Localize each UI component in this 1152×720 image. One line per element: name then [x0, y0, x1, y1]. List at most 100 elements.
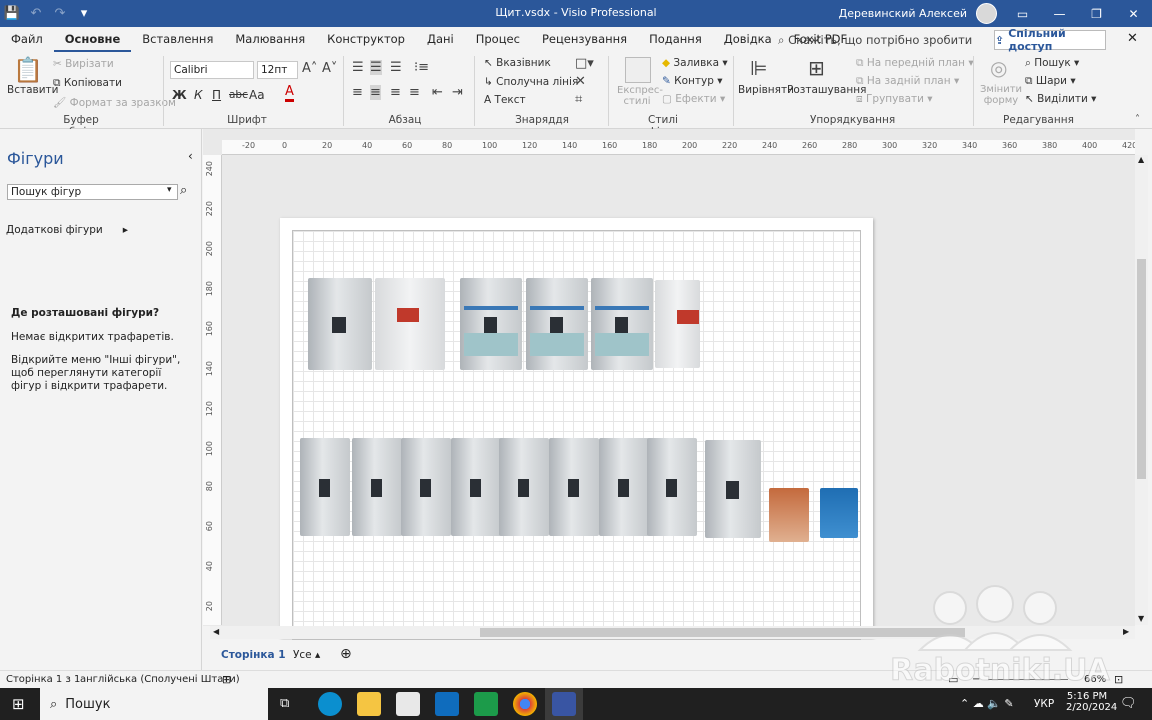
tab-page-1[interactable]: Сторінка 1: [221, 649, 286, 661]
zoom-level[interactable]: 66%: [1084, 674, 1106, 685]
align-shapes-icon[interactable]: ⊫: [750, 56, 767, 80]
format-painter-button[interactable]: 🖌 Формат за зразком: [53, 96, 176, 109]
connector-tool-button[interactable]: ↳ Сполучна лінія: [484, 76, 578, 88]
send-back-button[interactable]: ⧉ На задній план ▾: [856, 75, 959, 88]
ribbon-display-icon[interactable]: ▭: [1004, 0, 1041, 27]
quick-styles-button[interactable]: Експрес-стилі: [617, 85, 663, 107]
save-icon[interactable]: 💾: [0, 0, 24, 27]
horizontal-scrollbar[interactable]: ◀ ▶: [210, 626, 1135, 639]
increase-indent-icon[interactable]: ⇥: [452, 85, 463, 100]
store-icon[interactable]: [396, 692, 420, 716]
line-button[interactable]: ✎ Контур ▾: [662, 75, 723, 87]
drawing-page[interactable]: [280, 218, 873, 640]
search-options-icon[interactable]: ▾: [167, 185, 172, 195]
vertical-scroll-thumb[interactable]: [1137, 259, 1146, 479]
breaker-shape[interactable]: [591, 278, 653, 370]
change-shape-icon[interactable]: ◎: [990, 56, 1007, 80]
breaker-shape[interactable]: [308, 278, 372, 370]
macro-icon[interactable]: ⊞: [222, 673, 231, 686]
strikethrough-button[interactable]: abc: [229, 89, 248, 101]
breaker-shape[interactable]: [599, 438, 649, 536]
redo-icon[interactable]: ↷: [48, 0, 72, 27]
tell-me-search[interactable]: ⌕ Скажіть, що потрібно зробити: [778, 33, 972, 48]
position-button[interactable]: Розташування: [787, 84, 866, 96]
tab-design[interactable]: Конструктор: [316, 27, 416, 52]
breaker-shape[interactable]: [300, 438, 350, 536]
crop-icon[interactable]: ⌗: [575, 92, 582, 107]
scroll-down-icon[interactable]: ▼: [1138, 614, 1144, 623]
paste-button[interactable]: Вставити: [7, 84, 58, 96]
tab-data[interactable]: Дані: [416, 27, 465, 52]
layers-button[interactable]: ⧉ Шари ▾: [1025, 75, 1076, 88]
change-shape-button[interactable]: Змінити форму: [979, 84, 1023, 106]
search-icon[interactable]: ⌕: [180, 183, 187, 198]
close-icon[interactable]: ✕: [1115, 0, 1152, 27]
align-right-icon[interactable]: ≡: [390, 85, 401, 100]
connection-point-icon[interactable]: ✕: [575, 74, 586, 89]
decrease-indent-icon[interactable]: ⇤: [432, 85, 443, 100]
file-explorer-icon[interactable]: [357, 692, 381, 716]
group-button[interactable]: ⧈ Групувати ▾: [856, 93, 933, 106]
breaker-shape[interactable]: [451, 438, 501, 536]
collapse-panel-icon[interactable]: ‹: [188, 149, 193, 163]
scroll-right-icon[interactable]: ▶: [1123, 627, 1129, 636]
breaker-shape[interactable]: [460, 278, 522, 370]
italic-button[interactable]: К: [194, 88, 203, 102]
font-size-select[interactable]: 12пт: [257, 61, 298, 79]
tab-insert[interactable]: Вставлення: [131, 27, 224, 52]
breaker-shape[interactable]: [820, 488, 858, 538]
breaker-shape[interactable]: [549, 438, 599, 536]
align-button[interactable]: Вирівняти: [738, 84, 794, 96]
windows-start-icon[interactable]: ⊞: [12, 695, 25, 713]
add-page-icon[interactable]: ⊕: [340, 646, 352, 662]
bullets-icon[interactable]: ⁝≡: [414, 60, 429, 75]
position-icon[interactable]: ⊞: [808, 56, 825, 80]
breaker-shape[interactable]: [526, 278, 588, 370]
collapse-ribbon-icon[interactable]: ˄: [1135, 114, 1140, 125]
paste-icon[interactable]: 📋: [13, 56, 43, 84]
outlook-icon[interactable]: [435, 692, 459, 716]
tab-help[interactable]: Довідка: [713, 27, 783, 52]
shape-search-input[interactable]: Пошук фігур: [7, 184, 178, 200]
app-icon[interactable]: [474, 692, 498, 716]
tab-process[interactable]: Процес: [465, 27, 531, 52]
tab-draw[interactable]: Малювання: [224, 27, 316, 52]
tab-file[interactable]: Файл: [0, 27, 54, 52]
edge-icon[interactable]: [318, 692, 342, 716]
close-ribbon-icon[interactable]: ✕: [1127, 31, 1138, 46]
breaker-shape[interactable]: [352, 438, 402, 536]
quick-styles-icon[interactable]: [625, 57, 651, 83]
change-case-button[interactable]: Aa: [249, 88, 265, 102]
align-center-icon[interactable]: ≡: [370, 85, 381, 100]
breaker-shape[interactable]: [375, 278, 445, 370]
notifications-icon[interactable]: 🗨: [1120, 696, 1137, 711]
fill-button[interactable]: ◆ Заливка ▾: [662, 57, 728, 69]
tab-review[interactable]: Рецензування: [531, 27, 638, 52]
bold-button[interactable]: Ж: [172, 88, 187, 102]
text-tool-button[interactable]: A Текст: [484, 94, 526, 106]
horizontal-scroll-thumb[interactable]: [480, 628, 965, 637]
undo-icon[interactable]: ↶: [24, 0, 48, 27]
scroll-left-icon[interactable]: ◀: [213, 627, 219, 636]
grow-font-icon[interactable]: A˄: [302, 61, 317, 76]
chrome-icon[interactable]: [513, 692, 537, 716]
customize-quick-access-icon[interactable]: ▾: [72, 0, 96, 27]
vertical-scrollbar[interactable]: ▲ ▼: [1135, 155, 1148, 625]
effects-button[interactable]: ▢ Ефекти ▾: [662, 93, 725, 105]
tray-icons[interactable]: ⌃ ☁ 🔈 ✎: [960, 697, 1014, 710]
visio-taskbar-button[interactable]: [545, 688, 583, 720]
select-button[interactable]: ↖ Виділити ▾: [1025, 93, 1096, 105]
shrink-font-icon[interactable]: A˅: [322, 61, 337, 76]
presentation-mode-icon[interactable]: ▭: [948, 673, 958, 686]
pointer-tool-button[interactable]: ↖ Вказівник: [484, 57, 551, 69]
more-shapes-link[interactable]: Додаткові фігури ▸: [6, 224, 128, 236]
cut-button[interactable]: ✂ Вирізати: [53, 58, 114, 70]
rectangle-icon[interactable]: □▾: [575, 56, 594, 71]
font-family-select[interactable]: Calibri: [170, 61, 254, 79]
breaker-shape[interactable]: [769, 488, 809, 542]
justify-icon[interactable]: ≡: [409, 85, 420, 100]
avatar[interactable]: [976, 3, 997, 24]
align-top-icon[interactable]: ☰: [352, 60, 364, 75]
align-middle-icon[interactable]: ☰: [370, 60, 382, 75]
breaker-shape[interactable]: [401, 438, 451, 536]
